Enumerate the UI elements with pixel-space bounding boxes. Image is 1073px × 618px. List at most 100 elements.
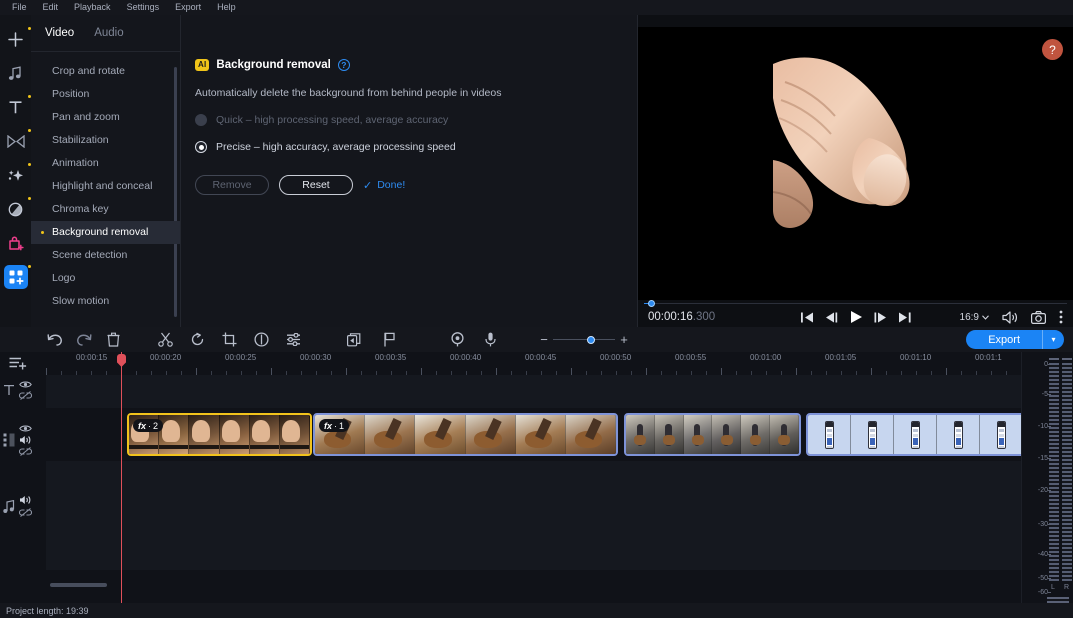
- ruler-label: 00:00:40: [450, 353, 481, 362]
- tool-item-pan-and-zoom[interactable]: Pan and zoom: [31, 106, 180, 129]
- marker-icon[interactable]: [378, 329, 400, 351]
- clip-mouse-hands[interactable]: fx·2: [127, 413, 312, 456]
- text-track-link-icon[interactable]: [19, 391, 32, 400]
- preview-progress-bar[interactable]: [638, 300, 1073, 306]
- tool-item-position[interactable]: Position: [31, 83, 180, 106]
- track-header-text[interactable]: [3, 380, 32, 400]
- add-track-icon[interactable]: [9, 356, 27, 376]
- transitions-icon[interactable]: [4, 129, 28, 153]
- record-audio-icon[interactable]: [479, 329, 501, 351]
- tool-item-slow-motion[interactable]: Slow motion: [31, 290, 180, 313]
- skip-to-start-icon[interactable]: [801, 312, 814, 323]
- menu-item-playback[interactable]: Playback: [66, 0, 119, 15]
- option-title: Background removal: [216, 59, 330, 71]
- tool-item-chroma-key[interactable]: Chroma key: [31, 198, 180, 221]
- split-icon[interactable]: [154, 329, 176, 351]
- fx-label: fx: [324, 421, 332, 431]
- filters-icon[interactable]: [4, 197, 28, 221]
- skip-to-end-icon[interactable]: [898, 312, 911, 323]
- ruler-tick: [871, 368, 872, 375]
- fx-badge[interactable]: fx·2: [133, 419, 163, 432]
- menu-item-export[interactable]: Export: [167, 0, 209, 15]
- more-tools-icon[interactable]: [4, 265, 28, 289]
- audio-track-link-icon[interactable]: [19, 508, 32, 517]
- radio-precise-icon[interactable]: [195, 141, 207, 153]
- next-frame-icon[interactable]: [874, 312, 887, 323]
- keyframe-icon[interactable]: [446, 329, 468, 351]
- ruler-label: 00:00:25: [225, 353, 256, 362]
- zoom-slider-track[interactable]: [553, 339, 615, 340]
- video-preview[interactable]: ?: [638, 27, 1073, 300]
- chevron-down-icon: [982, 315, 989, 320]
- tool-item-animation[interactable]: Animation: [31, 152, 180, 175]
- previous-frame-icon[interactable]: [825, 312, 838, 323]
- tool-item-label: Animation: [52, 157, 99, 169]
- mode-quick-row[interactable]: Quick – high processing speed, average a…: [195, 114, 637, 126]
- radio-quick-icon[interactable]: [195, 114, 207, 126]
- clip-properties-icon[interactable]: [282, 329, 304, 351]
- tool-item-stabilization[interactable]: Stabilization: [31, 129, 180, 152]
- snapshot-icon[interactable]: [1031, 311, 1046, 324]
- tool-item-logo[interactable]: Logo: [31, 267, 180, 290]
- stickers-icon[interactable]: [4, 231, 28, 255]
- import-icon[interactable]: [4, 27, 28, 51]
- text-track-lane[interactable]: [46, 375, 1021, 408]
- music-icon[interactable]: [4, 61, 28, 85]
- playhead[interactable]: [121, 352, 122, 603]
- progress-knob[interactable]: [648, 300, 655, 307]
- tool-item-background-removal[interactable]: Background removal: [31, 221, 180, 244]
- transition-icon[interactable]: [344, 329, 366, 351]
- zoom-slider-knob[interactable]: [587, 336, 595, 344]
- menu-item-edit[interactable]: Edit: [35, 0, 67, 15]
- ruler-tick: [571, 368, 572, 375]
- mode-precise-row[interactable]: Precise – high accuracy, average process…: [195, 141, 637, 153]
- export-button[interactable]: Export: [966, 334, 1042, 346]
- zoom-in-button[interactable]: +: [615, 332, 633, 347]
- audio-meter-bar-right: [1062, 363, 1072, 581]
- remove-button[interactable]: Remove: [195, 175, 269, 195]
- meter-scale-label: -30: [1038, 521, 1048, 528]
- help-icon[interactable]: ?: [338, 59, 350, 71]
- more-options-icon[interactable]: [1059, 310, 1063, 324]
- audio-track-volume-icon[interactable]: [19, 495, 32, 505]
- tab-video[interactable]: Video: [45, 27, 74, 39]
- text-track-visibility-icon[interactable]: [19, 380, 32, 389]
- track-header-video[interactable]: [3, 424, 32, 456]
- video-track-volume-icon[interactable]: [19, 435, 32, 445]
- tool-item-crop-and-rotate[interactable]: Crop and rotate: [31, 60, 180, 83]
- reset-button[interactable]: Reset: [279, 175, 353, 195]
- crop-icon[interactable]: [218, 329, 240, 351]
- volume-icon[interactable]: [1002, 311, 1018, 324]
- video-track-link-icon[interactable]: [19, 447, 32, 456]
- help-fab-icon[interactable]: ?: [1042, 39, 1063, 60]
- titles-icon[interactable]: [4, 95, 28, 119]
- tool-item-label: Background removal: [52, 226, 148, 238]
- effects-icon[interactable]: [4, 163, 28, 187]
- redo-icon[interactable]: [73, 329, 95, 351]
- fx-badge[interactable]: fx·1: [319, 419, 349, 432]
- audio-track-lane[interactable]: [46, 461, 1021, 570]
- rotate-icon[interactable]: [186, 329, 208, 351]
- video-track-visibility-icon[interactable]: [19, 424, 32, 433]
- menu-item-help[interactable]: Help: [209, 0, 244, 15]
- menu-item-settings[interactable]: Settings: [119, 0, 168, 15]
- export-button-group[interactable]: Export ▾: [966, 330, 1064, 349]
- color-adjust-icon[interactable]: [250, 329, 272, 351]
- menu-item-file[interactable]: File: [4, 0, 35, 15]
- track-header-audio[interactable]: [3, 495, 32, 517]
- preview-right-controls: 16:9: [960, 310, 1063, 324]
- play-icon[interactable]: [849, 310, 863, 324]
- timeline-horizontal-scrollbar[interactable]: [50, 583, 107, 587]
- tool-item-scene-detection[interactable]: Scene detection: [31, 244, 180, 267]
- zoom-out-button[interactable]: −: [535, 332, 553, 347]
- tab-audio[interactable]: Audio: [94, 27, 123, 39]
- tool-item-highlight-and-conceal[interactable]: Highlight and conceal: [31, 175, 180, 198]
- delete-icon[interactable]: [102, 329, 124, 351]
- undo-icon[interactable]: [44, 329, 66, 351]
- clip-guitar[interactable]: fx·1: [313, 413, 618, 456]
- tool-item-label: Stabilization: [52, 134, 109, 146]
- clip-musician[interactable]: [624, 413, 801, 456]
- export-dropdown-arrow[interactable]: ▾: [1042, 330, 1064, 349]
- aspect-ratio-selector[interactable]: 16:9: [960, 312, 989, 323]
- timeline-ruler[interactable]: 00:1000:00:1500:00:2000:00:2500:00:3000:…: [46, 352, 1021, 375]
